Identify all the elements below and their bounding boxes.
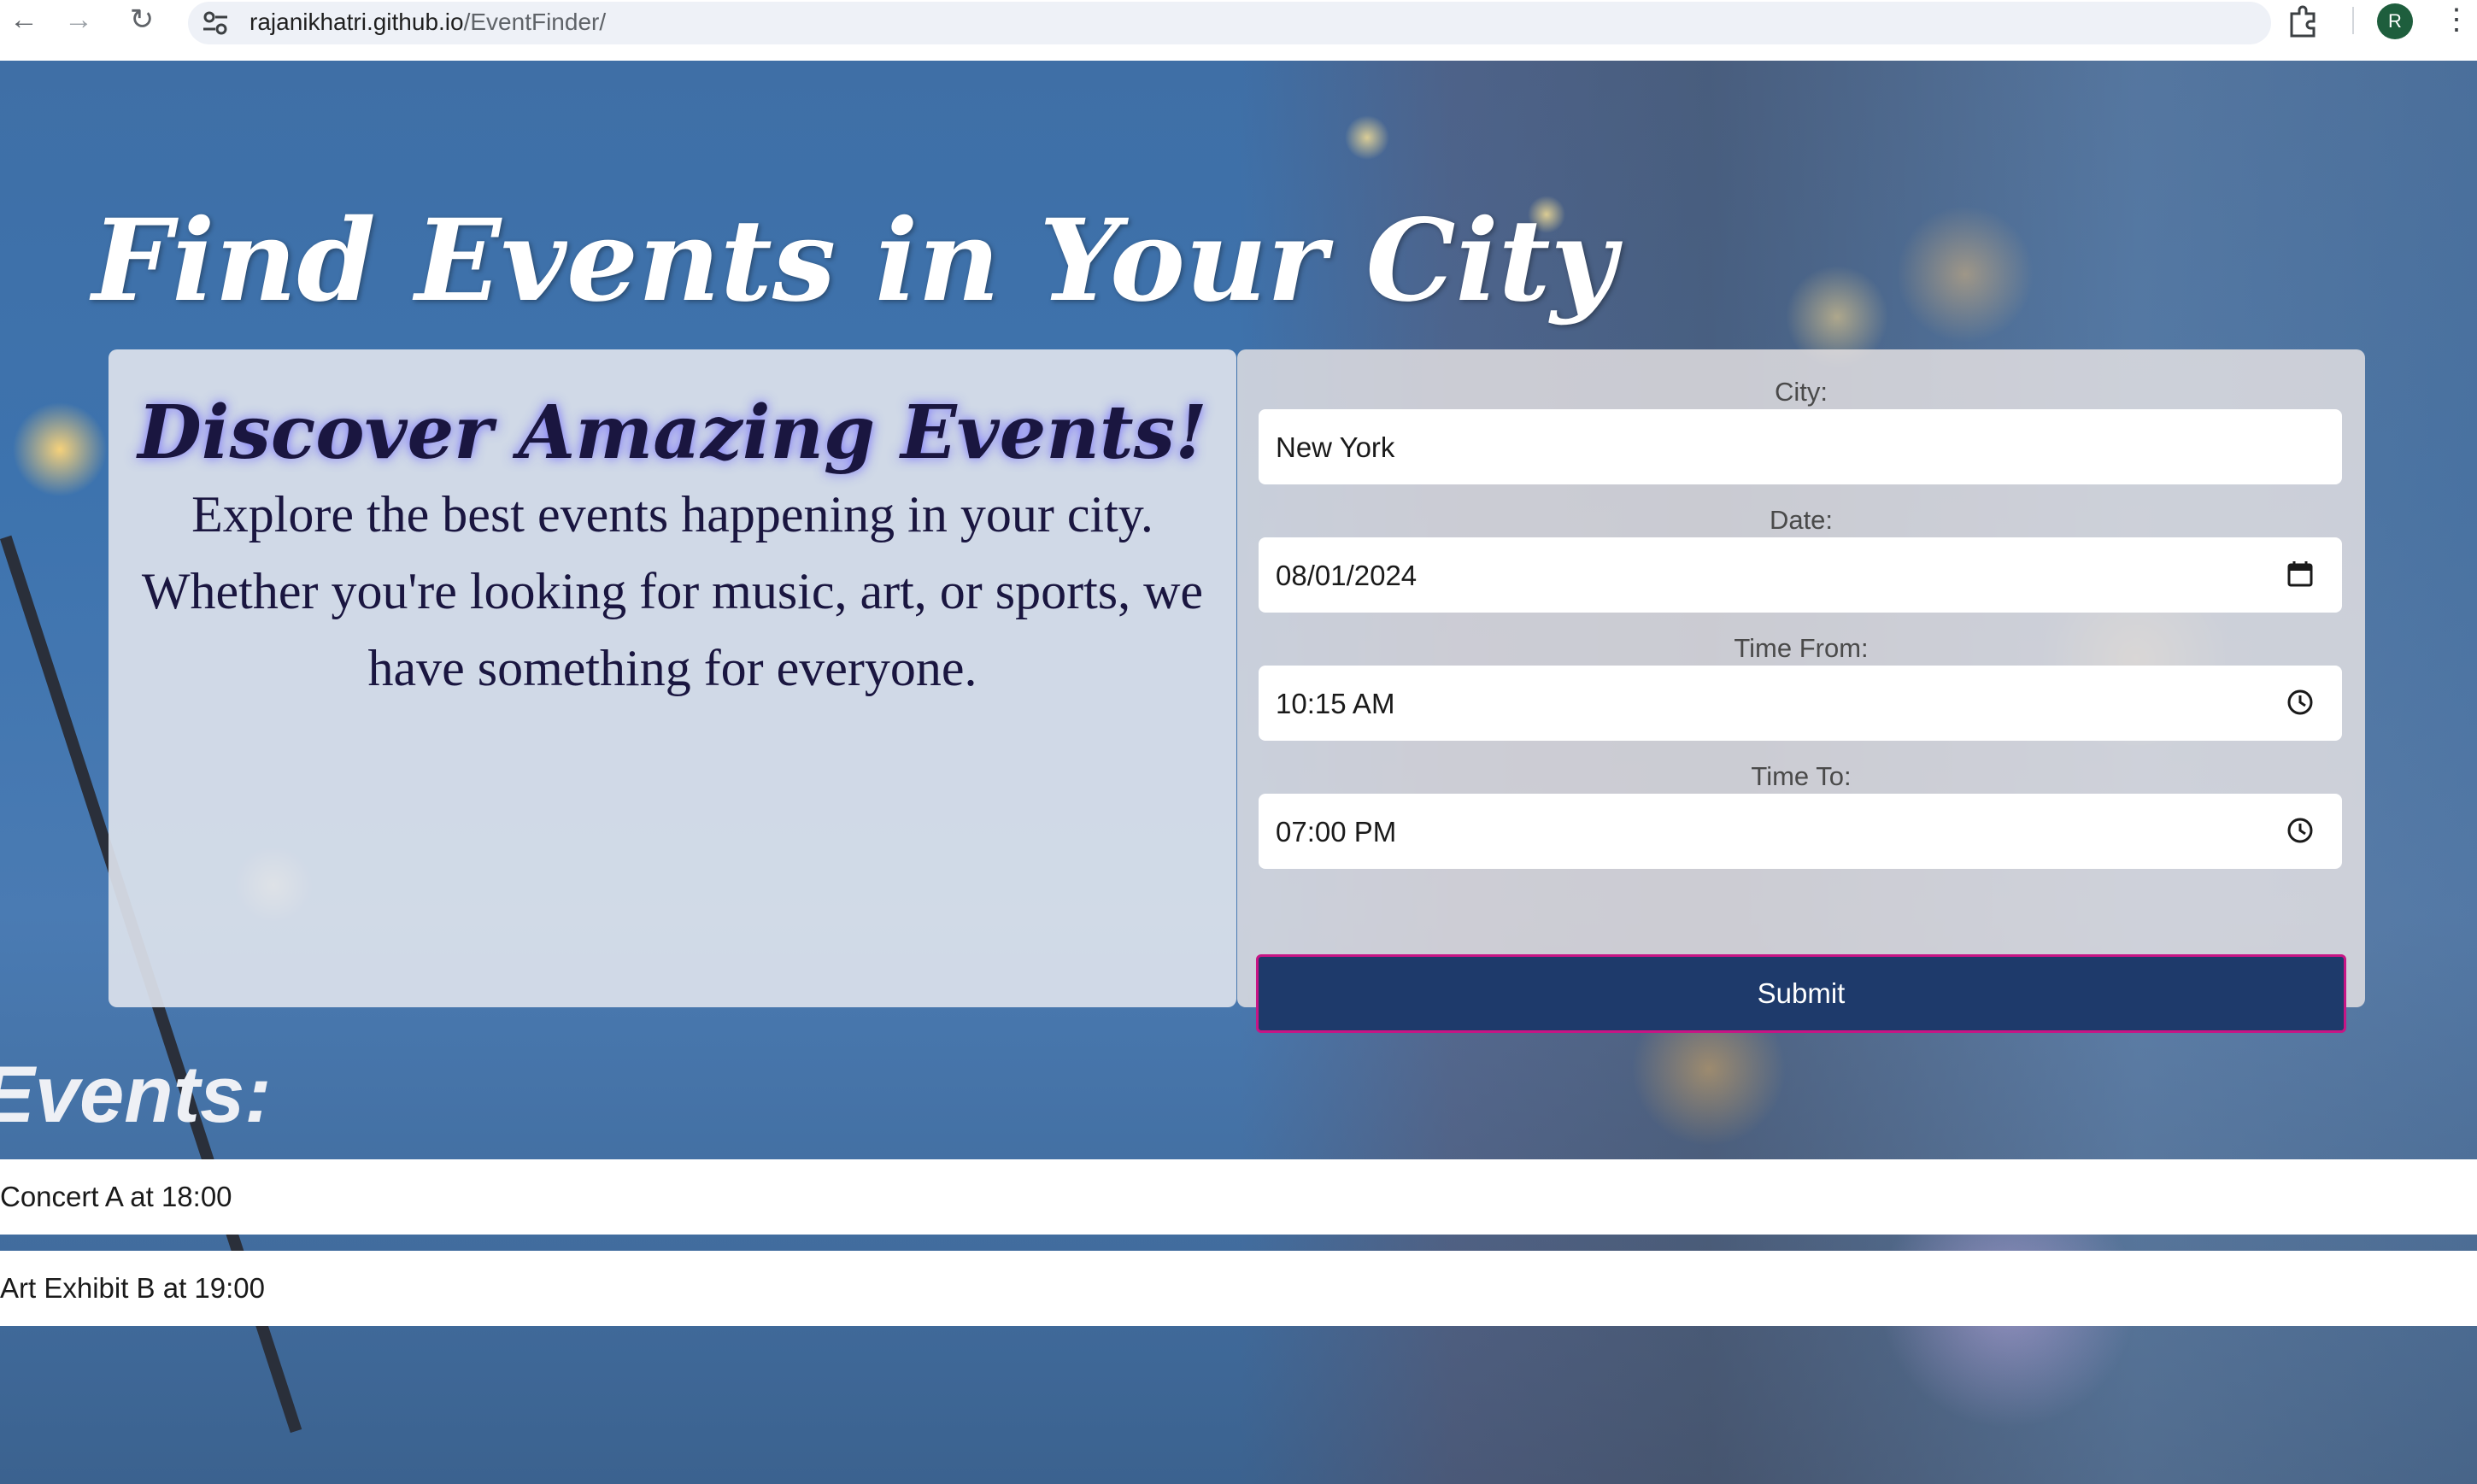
info-panel: Discover Amazing Events! Explore the bes… [109, 349, 1236, 1007]
time-to-input[interactable]: 07:00 PM [1259, 794, 2342, 869]
time-from-input[interactable]: 10:15 AM [1259, 666, 2342, 741]
forward-arrow-icon[interactable]: → [55, 0, 103, 43]
city-label: City: [1775, 377, 1828, 407]
clock-icon[interactable] [2286, 688, 2315, 717]
events-heading: Events: [0, 1049, 272, 1139]
time-from-label: Time From: [1734, 633, 1869, 663]
date-label: Date: [1769, 505, 1834, 535]
submit-button[interactable]: Submit [1256, 954, 2346, 1033]
event-list-item: Art Exhibit B at 19:00 [0, 1251, 2477, 1326]
time-from-value: 10:15 AM [1276, 688, 1395, 719]
city-input[interactable]: New York [1259, 409, 2342, 484]
clock-icon[interactable] [2286, 816, 2315, 845]
time-to-label: Time To: [1751, 761, 1852, 791]
page-title: Find Events in Your City [91, 195, 1617, 327]
url-path: /EventFinder/ [463, 9, 607, 35]
info-title: Discover Amazing Events! [138, 390, 1207, 476]
time-to-value: 07:00 PM [1276, 816, 1397, 848]
event-list-item: Concert A at 18:00 [0, 1159, 2477, 1235]
reload-icon[interactable]: ↻ [118, 0, 166, 43]
menu-dots-icon[interactable]: ⋮ [2442, 0, 2471, 43]
profile-avatar[interactable]: R [2377, 3, 2413, 39]
extensions-icon[interactable] [2286, 3, 2321, 39]
browser-toolbar: ← → ↻ rajanikhatri.github.io/EventFinder… [0, 0, 2477, 61]
date-value: 08/01/2024 [1276, 560, 1418, 591]
back-arrow-icon[interactable]: ← [0, 0, 48, 43]
search-form: City: New York Date: 08/01/2024 Time Fro… [1237, 349, 2365, 1033]
event-text: Art Exhibit B at 19:00 [0, 1272, 266, 1304]
calendar-icon[interactable] [2286, 560, 2315, 589]
toolbar-divider [2352, 7, 2354, 34]
event-text: Concert A at 18:00 [0, 1181, 232, 1212]
site-settings-icon[interactable] [202, 10, 229, 36]
city-value: New York [1276, 431, 1395, 463]
address-bar[interactable]: rajanikhatri.github.io/EventFinder/ ☆ [188, 2, 2415, 44]
date-input[interactable]: 08/01/2024 [1259, 537, 2342, 613]
url-text: rajanikhatri.github.io/EventFinder/ [249, 9, 606, 36]
url-host: rajanikhatri.github.io [249, 9, 464, 35]
info-text: Explore the best events happening in you… [141, 486, 1204, 696]
page-background: Find Events in Your City Discover Amazin… [0, 61, 2477, 1484]
